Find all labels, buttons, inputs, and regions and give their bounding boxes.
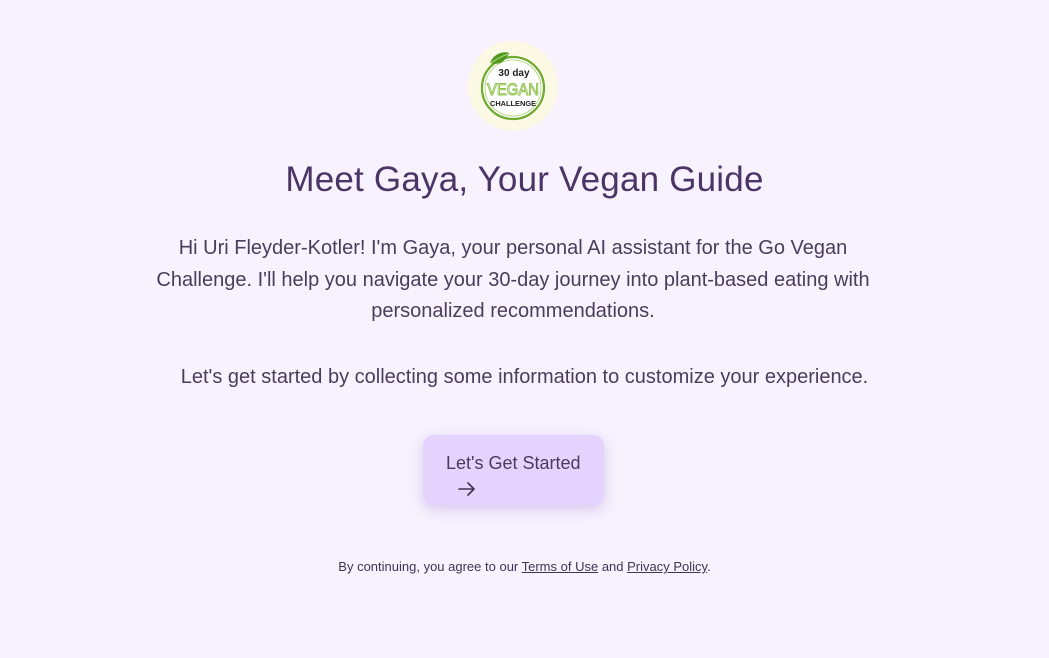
legal-and: and (598, 559, 628, 574)
terms-of-use-link[interactable]: Terms of Use (522, 559, 599, 574)
logo-line-1: 30 day (498, 68, 530, 79)
logo-line-3: CHALLENGE (490, 99, 536, 108)
privacy-policy-link[interactable]: Privacy Policy (627, 559, 707, 574)
arrow-right-icon (458, 482, 475, 496)
legal-notice: By continuing, you agree to our Terms of… (0, 559, 1049, 574)
intro-subtext: Let's get started by collecting some inf… (180, 366, 869, 388)
get-started-button[interactable]: Let's Get Started (423, 435, 604, 506)
page-title: Meet Gaya, Your Vegan Guide (285, 160, 764, 199)
challenge-logo-graphic: 30 day VEGAN CHALLENGE (480, 52, 546, 121)
legal-suffix: . (707, 559, 711, 574)
logo-line-2: VEGAN (487, 80, 539, 99)
intro-text: Hi Uri Fleyder-Kotler! I'm Gaya, your pe… (156, 237, 870, 322)
challenge-logo: 30 day VEGAN CHALLENGE (468, 41, 558, 131)
welcome-page: 30 day VEGAN CHALLENGE Meet Gaya, Your V… (0, 0, 1049, 658)
get-started-label: Let's Get Started (446, 453, 581, 473)
legal-prefix: By continuing, you agree to our (338, 559, 522, 574)
